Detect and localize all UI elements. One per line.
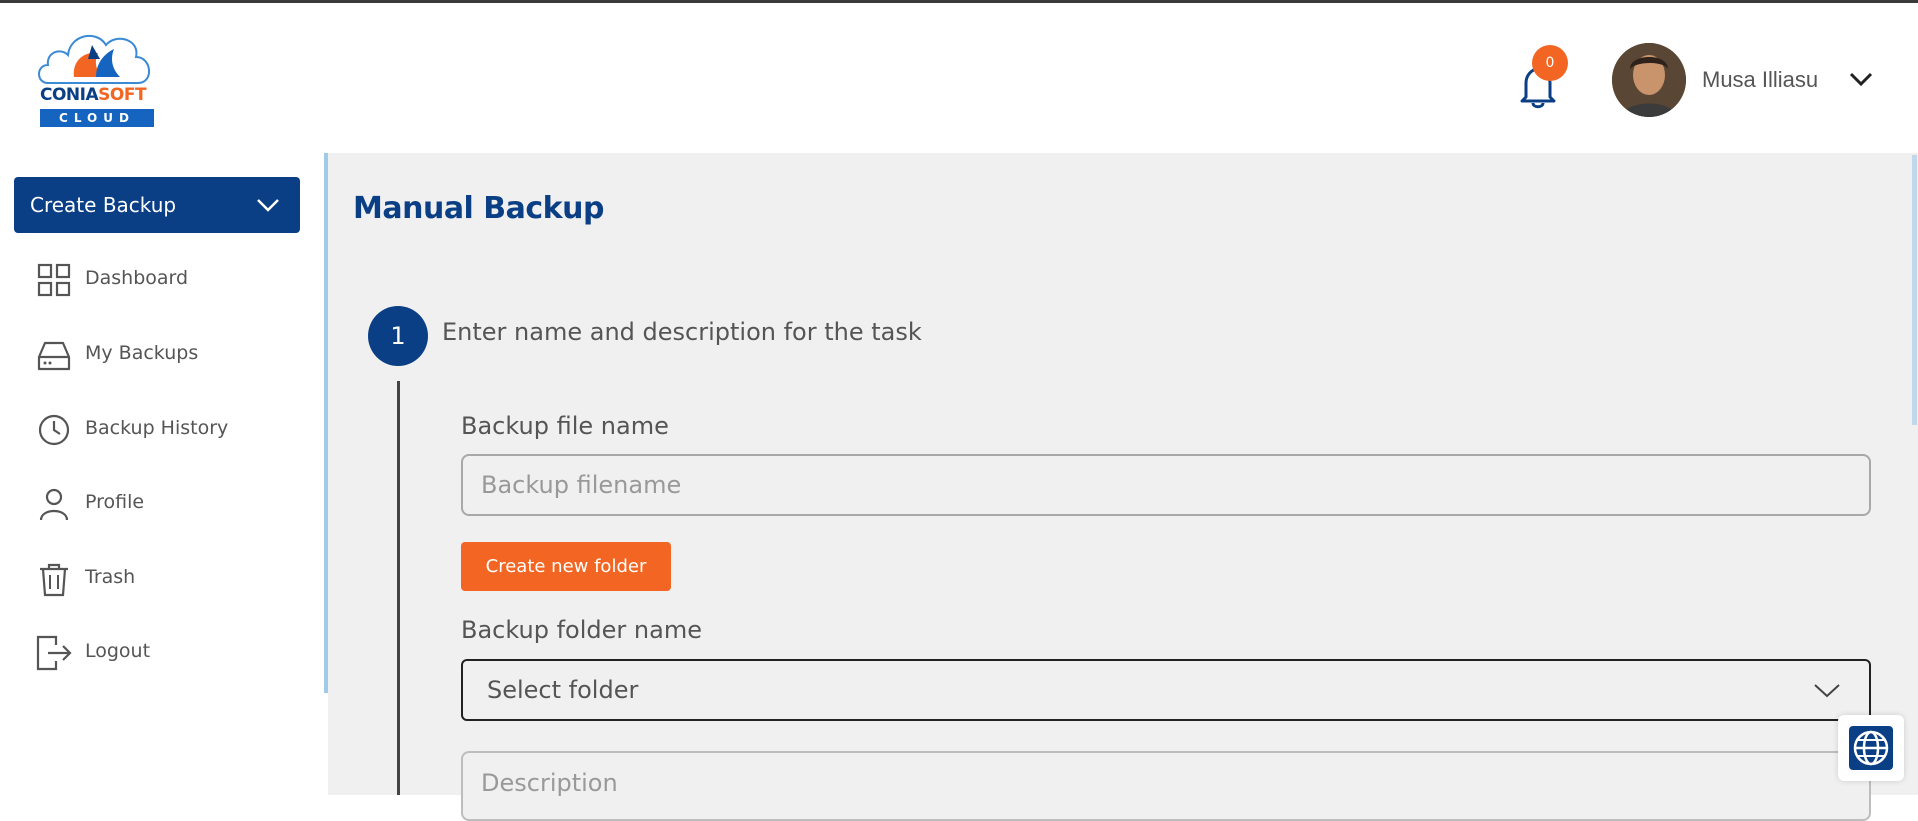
create-backup-button[interactable]: Create Backup: [14, 177, 300, 233]
backup-folder-select[interactable]: Select folder: [461, 659, 1871, 721]
step-title: Enter name and description for the task: [442, 318, 922, 346]
chevron-down-icon[interactable]: [1848, 69, 1874, 89]
step-connector-line: [397, 381, 400, 795]
logout-icon: [36, 635, 72, 671]
globe-icon: [1853, 730, 1889, 766]
backup-file-name-label: Backup file name: [461, 412, 669, 440]
chevron-down-icon: [257, 199, 279, 212]
sidebar-item-my-backups[interactable]: My Backups: [36, 333, 306, 373]
sidebar-item-label: Logout: [85, 640, 151, 662]
description-input[interactable]: Description: [461, 751, 1871, 821]
user-avatar[interactable]: [1612, 43, 1686, 117]
sidebar-item-trash[interactable]: Trash: [36, 557, 306, 597]
user-name[interactable]: Musa Illiasu: [1702, 67, 1818, 93]
globe-icon-container: [1849, 726, 1893, 770]
create-backup-label: Create Backup: [30, 193, 177, 217]
scrollbar-thumb[interactable]: [1912, 155, 1917, 425]
create-new-folder-button[interactable]: Create new folder: [461, 542, 671, 591]
trash-icon: [40, 563, 68, 597]
logo-cloud-graphic: [38, 35, 150, 84]
page-title: Manual Backup: [353, 191, 604, 226]
sidebar-item-logout[interactable]: Logout: [36, 631, 306, 671]
coniasoft-cloud-logo[interactable]: CONIASOFT CLOUD: [36, 21, 156, 131]
sidebar: [0, 153, 324, 795]
sidebar-item-label: Trash: [85, 566, 136, 588]
top-header: CONIASOFT CLOUD 0 Musa Illiasu: [0, 3, 1918, 153]
logo-wordmark: CONIASOFT: [40, 85, 147, 105]
dashboard-icon: [37, 263, 71, 297]
folder-select-value: Select folder: [487, 676, 639, 704]
user-icon: [39, 488, 69, 521]
step-number-badge: 1: [368, 306, 428, 366]
sidebar-item-profile[interactable]: Profile: [36, 482, 306, 522]
chevron-down-icon: [1814, 684, 1840, 698]
language-switch-button[interactable]: [1838, 715, 1904, 781]
sidebar-item-label: My Backups: [85, 342, 199, 364]
backup-folder-name-label: Backup folder name: [461, 616, 702, 644]
backup-filename-input[interactable]: Backup filename: [461, 454, 1871, 516]
notification-count-badge: 0: [1532, 45, 1568, 81]
sidebar-item-label: Backup History: [85, 417, 229, 439]
clock-icon: [38, 414, 70, 446]
sidebar-item-label: Profile: [85, 491, 145, 513]
hard-drive-icon: [37, 341, 71, 371]
sidebar-item-label: Dashboard: [85, 267, 189, 289]
sidebar-item-dashboard[interactable]: Dashboard: [36, 258, 306, 298]
sidebar-item-backup-history[interactable]: Backup History: [36, 408, 306, 448]
logo-subtext: CLOUD: [40, 109, 154, 127]
